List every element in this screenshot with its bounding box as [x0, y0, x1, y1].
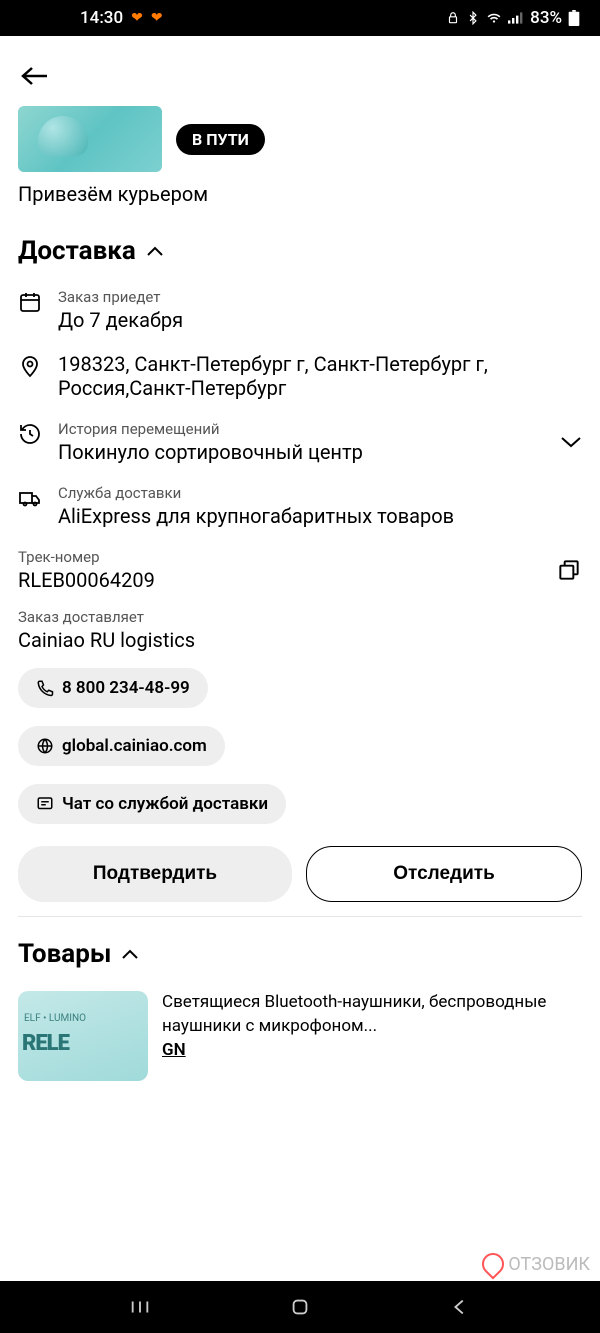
divider — [18, 916, 582, 917]
service-row: Служба доставки AliExpress для крупногаб… — [18, 484, 582, 528]
goods-variant: GN — [162, 1039, 582, 1063]
delivery-method-text: Привезём курьером — [18, 182, 582, 206]
track-value: RLEB00064209 — [18, 568, 155, 592]
service-label: Служба доставки — [58, 484, 582, 502]
track-label: Трек-номер — [18, 548, 155, 566]
calendar-icon — [18, 290, 44, 314]
globe-icon — [36, 737, 54, 755]
truck-icon — [18, 486, 44, 510]
goods-item-title: Светящиеся Bluetooth-наушники, беспровод… — [162, 991, 582, 1039]
carrier-label: Заказ доставляет — [18, 608, 582, 626]
status-time: 14:30 — [80, 8, 123, 28]
history-icon — [18, 422, 44, 446]
website-text: global.cainiao.com — [62, 736, 207, 756]
watermark: ОТЗОВИК — [482, 1253, 590, 1275]
goods-section-header[interactable]: Товары — [18, 939, 582, 969]
app-indicator-icon: ❤ — [151, 10, 163, 26]
arrival-value: До 7 декабря — [58, 308, 582, 332]
carrier-value: Cainiao RU logistics — [18, 628, 582, 652]
chevron-up-icon — [121, 948, 139, 960]
history-row[interactable]: История перемещений Покинуло сортировочн… — [18, 420, 582, 464]
recent-apps-icon[interactable] — [129, 1296, 151, 1318]
delivery-title: Доставка — [18, 236, 136, 266]
history-value: Покинуло сортировочный центр — [58, 440, 546, 464]
phone-text: 8 800 234-48-99 — [62, 678, 190, 698]
watermark-text: ОТЗОВИК — [508, 1254, 590, 1275]
website-chip[interactable]: global.cainiao.com — [18, 726, 225, 766]
product-thumbnail — [18, 106, 162, 172]
chat-text: Чат со службой доставки — [62, 794, 268, 814]
chat-icon — [36, 795, 54, 813]
bluetooth-icon — [466, 11, 480, 25]
delivery-section-header[interactable]: Доставка — [18, 236, 582, 266]
android-nav-bar — [0, 1281, 600, 1333]
chevron-up-icon — [146, 245, 164, 257]
address-row: 198323, Санкт-Петербург г, Санкт-Петербу… — [18, 352, 582, 400]
battery-text: 83% — [530, 8, 562, 28]
order-summary-row: В ПУТИ — [18, 106, 582, 172]
service-value: AliExpress для крупногабаритных товаров — [58, 504, 582, 528]
goods-thumbnail — [18, 991, 148, 1081]
confirm-button[interactable]: Подтвердить — [18, 846, 292, 902]
copy-icon[interactable] — [556, 557, 582, 583]
back-nav-icon[interactable] — [449, 1296, 471, 1318]
back-arrow-icon[interactable] — [18, 64, 582, 88]
signal-icon — [508, 11, 524, 25]
arrival-row: Заказ приедет До 7 декабря — [18, 288, 582, 332]
track-row: Трек-номер RLEB00064209 — [18, 548, 582, 592]
watermark-icon — [478, 1248, 509, 1279]
chevron-down-icon — [560, 435, 582, 449]
chat-chip[interactable]: Чат со службой доставки — [18, 784, 286, 824]
history-label: История перемещений — [58, 420, 546, 438]
status-badge: В ПУТИ — [176, 124, 265, 155]
pin-icon — [18, 354, 44, 378]
status-bar: 14:30 ❤ ❤ 83% — [0, 0, 600, 36]
home-icon[interactable] — [289, 1296, 311, 1318]
app-indicator-icon: ❤ — [131, 10, 143, 26]
goods-item[interactable]: Светящиеся Bluetooth-наушники, беспровод… — [18, 991, 582, 1081]
arrival-label: Заказ приедет — [58, 288, 582, 306]
phone-icon — [36, 679, 54, 697]
address-text: 198323, Санкт-Петербург г, Санкт-Петербу… — [58, 352, 582, 400]
goods-title: Товары — [18, 939, 111, 969]
lock-icon — [446, 11, 460, 25]
battery-icon — [568, 10, 580, 26]
track-button[interactable]: Отследить — [306, 846, 582, 902]
phone-chip[interactable]: 8 800 234-48-99 — [18, 668, 208, 708]
wifi-icon — [486, 11, 502, 25]
